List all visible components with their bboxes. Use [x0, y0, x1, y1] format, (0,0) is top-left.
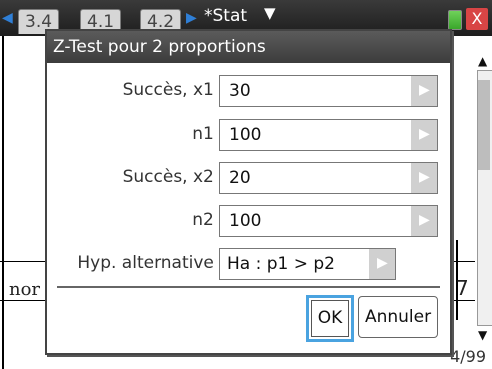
triangle-right-icon: ▶	[419, 212, 430, 228]
alt-hypothesis-label: Hyp. alternative :	[77, 253, 225, 273]
n1-menu-button[interactable]: ▶	[411, 120, 437, 150]
n1-input[interactable]: 100 ▶	[219, 119, 438, 151]
success-x2-label: Succès, x2 :	[122, 167, 225, 187]
table-cell-text[interactable]: 7	[456, 276, 469, 300]
success-x2-menu-button[interactable]: ▶	[411, 163, 437, 193]
page-indicator: 4/99	[450, 347, 486, 366]
success-x1-value[interactable]: 30	[229, 81, 251, 101]
success-x1-input[interactable]: 30 ▶	[219, 75, 438, 107]
dialog-titlebar: Z-Test pour 2 proportions	[47, 31, 450, 63]
scroll-up-icon[interactable]: ▲	[478, 54, 487, 68]
chevron-down-icon[interactable]: ▼	[264, 4, 276, 22]
scrollbar-thumb[interactable]	[478, 80, 490, 170]
document-left-border	[2, 36, 4, 369]
dialog-title: Z-Test pour 2 proportions	[53, 37, 266, 57]
success-x1-menu-button[interactable]: ▶	[411, 76, 437, 106]
nav-left-icon[interactable]: ◀	[2, 10, 13, 26]
triangle-right-icon: ▶	[419, 82, 430, 98]
n1-value[interactable]: 100	[229, 125, 261, 145]
nav-right-icon[interactable]: ▶	[186, 10, 197, 26]
success-x1-label: Succès, x1 :	[122, 80, 225, 100]
close-icon[interactable]: X	[466, 8, 488, 30]
battery-icon	[448, 10, 462, 30]
success-x2-input[interactable]: 20 ▶	[219, 162, 438, 194]
dialog-body: Succès, x1 : 30 ▶ n1 : 100 ▶ Succès, x2 …	[47, 63, 450, 353]
document-title[interactable]: *Stat	[204, 6, 247, 26]
alt-hypothesis-select[interactable]: Ha : p1 > p2 ▶	[219, 248, 396, 280]
ok-button-label[interactable]: OK	[311, 300, 349, 337]
triangle-right-icon: ▶	[419, 169, 430, 185]
table-cell-text[interactable]: nor	[9, 279, 40, 300]
n2-value[interactable]: 100	[229, 211, 261, 231]
n2-input[interactable]: 100 ▶	[219, 205, 438, 237]
triangle-right-icon: ▶	[419, 126, 430, 142]
success-x2-value[interactable]: 20	[229, 168, 251, 188]
cancel-button[interactable]: Annuler	[358, 296, 438, 338]
ok-button[interactable]: OK	[306, 295, 354, 342]
z-test-dialog: Z-Test pour 2 proportions Succès, x1 : 3…	[45, 29, 452, 355]
alt-hypothesis-dropdown-button[interactable]: ▶	[369, 249, 395, 279]
scroll-down-icon[interactable]: ▼	[478, 328, 487, 342]
triangle-right-icon: ▶	[377, 255, 388, 271]
n2-menu-button[interactable]: ▶	[411, 206, 437, 236]
divider	[57, 286, 440, 288]
alt-hypothesis-value[interactable]: Ha : p1 > p2	[227, 254, 335, 274]
